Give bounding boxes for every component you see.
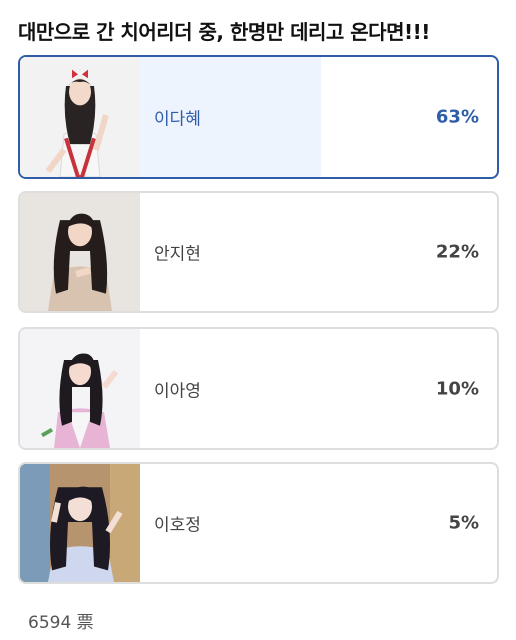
poll-option-2[interactable]: 안지현 22% [18, 191, 499, 313]
poll-options: 이다혜 63% 안지현 22% 이아영 10% 이호정 5% [18, 55, 499, 596]
poll-title: 대만으로 간 치어리더 중, 한명만 데리고 온다면!!! [18, 20, 430, 44]
option-name-2: 안지현 [154, 244, 201, 265]
poll-page: 대만으로 간 치어리더 중, 한명만 데리고 온다면!!! 이다혜 63% 안지… [0, 0, 516, 640]
option-percent-4: 5% [448, 512, 479, 534]
cheerleader-photo-3 [20, 329, 140, 448]
option-percent-1: 63% [435, 106, 479, 128]
option-percent-2: 22% [435, 241, 479, 263]
cheerleader-photo-2 [20, 193, 140, 311]
poll-option-3[interactable]: 이아영 10% [18, 327, 499, 450]
vote-count: 6594 票 [28, 613, 94, 633]
option-name-4: 이호정 [154, 515, 201, 536]
option-name-3: 이아영 [154, 381, 201, 401]
cheerleader-photo-1 [20, 57, 140, 177]
cheerleader-photo-4 [20, 464, 140, 582]
poll-option-4[interactable]: 이호정 5% [18, 462, 499, 584]
option-name-1: 이다혜 [154, 109, 201, 130]
option-percent-3: 10% [435, 378, 479, 399]
poll-option-1[interactable]: 이다혜 63% [18, 55, 499, 179]
